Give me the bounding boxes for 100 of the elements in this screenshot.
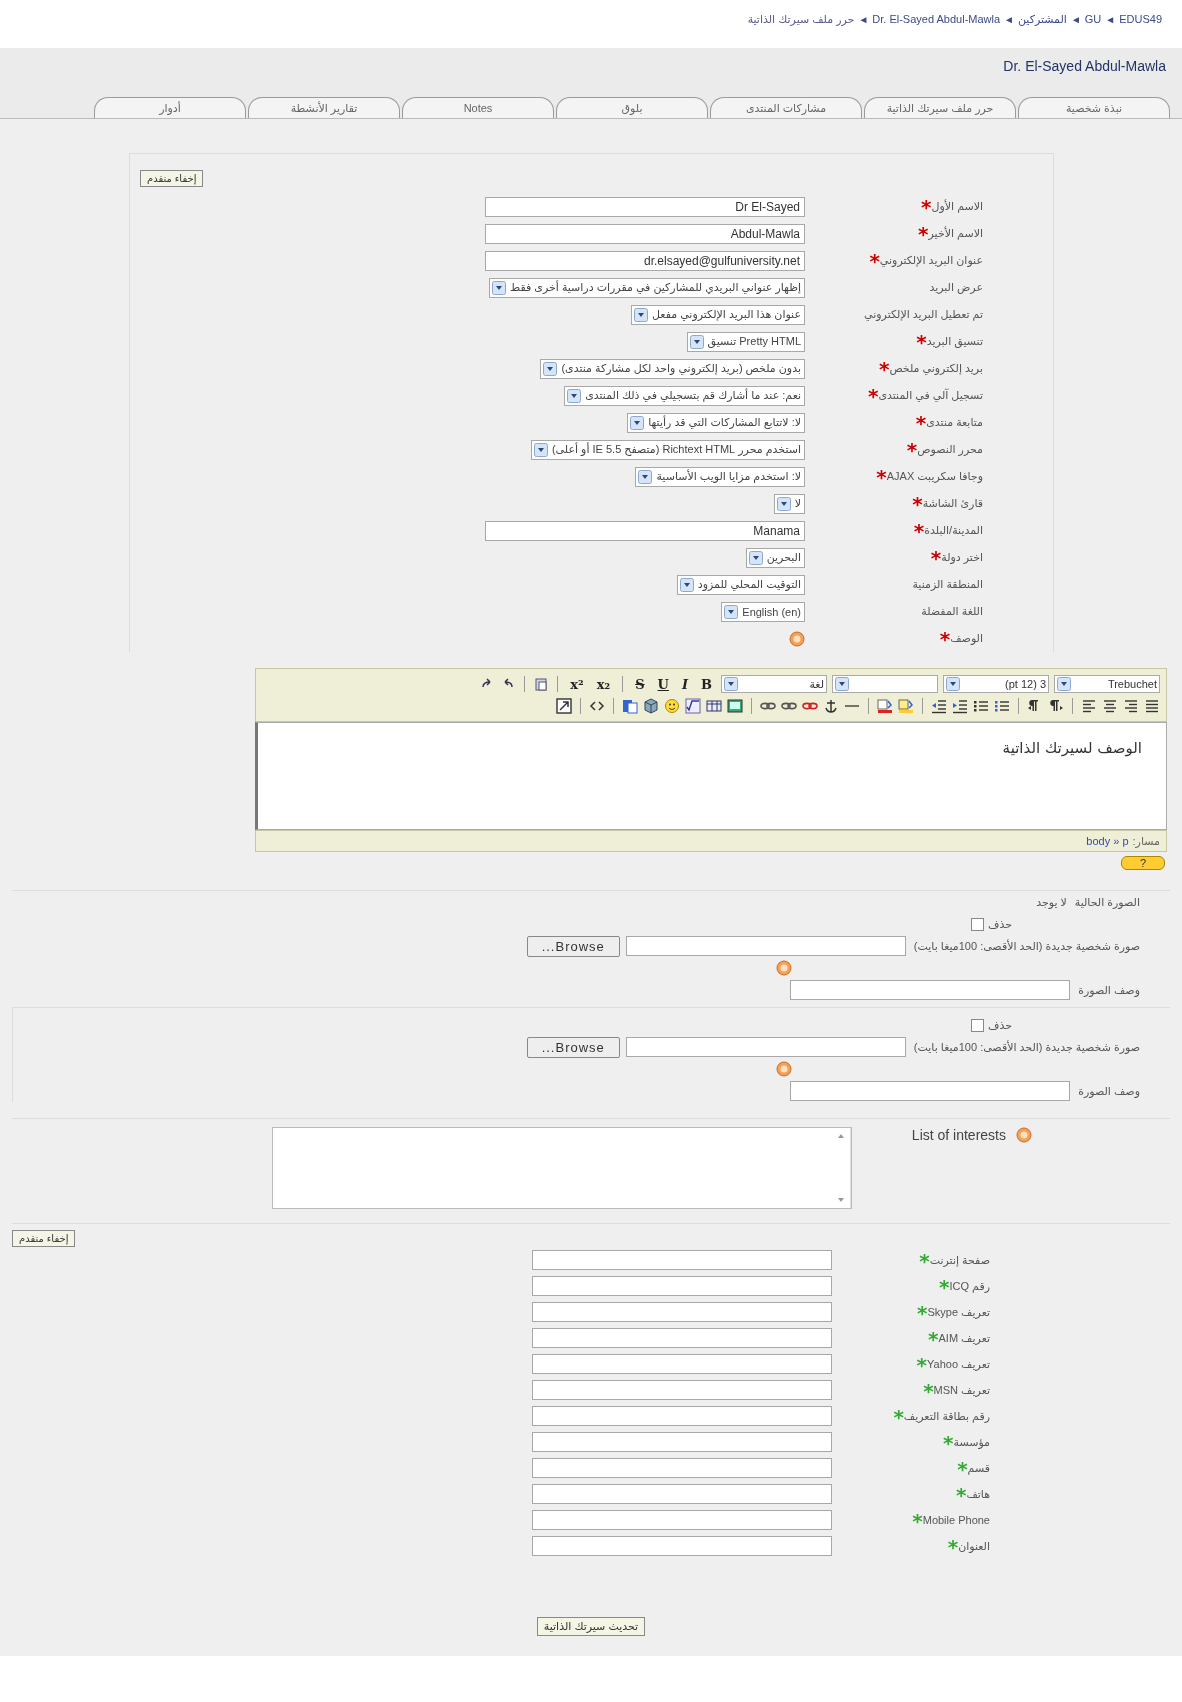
format-button[interactable]: I bbox=[677, 676, 692, 692]
toolbar-dropdown[interactable]: 3 (pt 12) bbox=[943, 675, 1049, 693]
image-icon[interactable] bbox=[727, 698, 743, 714]
paste-icon[interactable] bbox=[533, 676, 550, 692]
text-field[interactable] bbox=[532, 1484, 832, 1504]
scroll-down-arrow-icon[interactable] bbox=[835, 1196, 846, 1204]
text-field[interactable] bbox=[532, 1328, 832, 1348]
field-label: وصف الصورة bbox=[1078, 1084, 1140, 1097]
editor-help-button[interactable]: ? bbox=[1120, 856, 1165, 870]
rich-text-editor[interactable]: الوصف لسيرتك الذاتية bbox=[255, 722, 1167, 830]
text-field[interactable] bbox=[532, 1276, 832, 1296]
text-field[interactable]: Manama bbox=[485, 520, 805, 541]
tab[interactable]: تقارير الأنشطة bbox=[248, 97, 400, 118]
checkbox-label: حذف bbox=[988, 917, 1012, 931]
element-path: body » p bbox=[1086, 835, 1129, 847]
tab[interactable]: أدوار bbox=[94, 97, 246, 118]
anchor-icon[interactable] bbox=[823, 698, 839, 714]
text-field[interactable] bbox=[532, 1458, 832, 1478]
text-field[interactable] bbox=[532, 1432, 832, 1452]
tab[interactable]: Notes bbox=[402, 97, 554, 118]
checkbox[interactable] bbox=[971, 917, 984, 931]
rtl-direction-icon[interactable] bbox=[1048, 698, 1064, 714]
format-button[interactable]: U bbox=[653, 676, 673, 692]
checkbox-label: حذف bbox=[988, 1018, 1012, 1032]
browse-button[interactable]: Browse... bbox=[526, 935, 620, 957]
highlight-color-icon[interactable] bbox=[898, 698, 914, 714]
browse-button[interactable]: Browse... bbox=[526, 1036, 620, 1058]
breadcrumb-separator: ◄ bbox=[858, 13, 869, 25]
bullet-list-icon[interactable] bbox=[973, 698, 989, 714]
table-icon[interactable] bbox=[706, 698, 722, 714]
numbered-list-icon[interactable] bbox=[994, 698, 1010, 714]
breadcrumb-separator: ◄ bbox=[1004, 13, 1014, 25]
breadcrumb-link[interactable]: GU bbox=[1084, 13, 1102, 25]
file-path-field[interactable] bbox=[625, 1037, 906, 1057]
dropdown[interactable]: بدون ملخص (بريد إلكتروني واحد لكل مشاركة منتدى) bbox=[540, 358, 805, 379]
format-button[interactable]: S bbox=[631, 676, 649, 692]
dropdown[interactable]: إظهار عنواني البريدي للمشاركين في مقررات دراسية أخرى فقط bbox=[488, 277, 805, 298]
dropdown[interactable]: لا: لاتتابع المشاركات التي قد رأيتها bbox=[627, 412, 805, 433]
toolbar-dropdown[interactable]: Trebuchet bbox=[1054, 675, 1160, 693]
text-field[interactable]: Dr El-Sayed bbox=[485, 196, 805, 217]
text-field[interactable]: dr.elsayed@gulfuniversity.net bbox=[485, 250, 805, 271]
tab[interactable]: مشاركات المنتدى bbox=[710, 97, 862, 118]
breadcrumb-link[interactable]: المشتركين bbox=[1018, 12, 1067, 26]
dropdown[interactable]: نعم: عند ما أشارك قم بتسجيلي في ذلك المنتدى bbox=[564, 385, 805, 406]
fullscreen-icon[interactable] bbox=[556, 698, 572, 714]
align-right-icon[interactable] bbox=[1123, 698, 1139, 714]
breadcrumb-link[interactable]: EDUS49 bbox=[1119, 13, 1162, 25]
breadcrumb-current: حرر ملف سيرتك الذاتية bbox=[747, 12, 855, 26]
update-profile-button[interactable]: تحديث سيرتك الذاتية bbox=[536, 1617, 646, 1636]
editor-text: الوصف لسيرتك الذاتية bbox=[1001, 739, 1142, 757]
text-field[interactable] bbox=[532, 1250, 832, 1270]
text-color-icon[interactable] bbox=[877, 698, 893, 714]
text-field[interactable] bbox=[532, 1302, 832, 1322]
help-icon[interactable] bbox=[776, 1061, 792, 1077]
file-path-field[interactable] bbox=[625, 936, 906, 956]
text-field[interactable] bbox=[790, 980, 1071, 1000]
dropdown[interactable]: استخدم محرر Richtext HTML (متصفح IE 5.5 أو أعلى) bbox=[530, 439, 805, 460]
breadcrumb-link[interactable]: Dr. El-Sayed Abdul-Mawla bbox=[872, 13, 1001, 25]
format-button[interactable]: x₂ bbox=[592, 676, 615, 692]
toolbar-dropdown[interactable]: لغة bbox=[721, 675, 827, 693]
help-icon[interactable] bbox=[789, 630, 805, 647]
text-field[interactable] bbox=[532, 1380, 832, 1400]
smiley-icon[interactable] bbox=[664, 698, 680, 714]
toolbar-dropdown[interactable] bbox=[832, 675, 938, 693]
text-field[interactable] bbox=[532, 1536, 832, 1556]
align-center-icon[interactable] bbox=[1102, 698, 1118, 714]
dropdown[interactable]: Pretty HTML تنسيق bbox=[686, 331, 805, 352]
cube-icon[interactable] bbox=[643, 698, 659, 714]
dropdown[interactable]: عنوان هذا البريد الإلكتروني مفعل bbox=[631, 304, 805, 325]
dropdown[interactable]: لا bbox=[773, 493, 805, 514]
format-button[interactable]: B bbox=[697, 676, 716, 692]
text-field[interactable] bbox=[532, 1354, 832, 1374]
breadcrumb-separator: ◄ bbox=[1105, 13, 1116, 25]
paste-word-icon[interactable] bbox=[622, 698, 638, 714]
field-label: المنطقة الزمنية bbox=[912, 578, 983, 590]
align-justify-icon[interactable] bbox=[1144, 698, 1160, 714]
help-icon[interactable] bbox=[776, 960, 792, 976]
hide-advanced-button[interactable]: إخفاء متقدم bbox=[12, 1230, 76, 1247]
hide-advanced-button[interactable]: إخفاء متقدم bbox=[140, 170, 204, 187]
field-label: اللغة المفضلة bbox=[921, 605, 983, 617]
scroll-up-arrow-icon[interactable] bbox=[835, 1132, 846, 1140]
dropdown[interactable]: English (en) bbox=[721, 601, 805, 622]
tab[interactable]: حرر ملف سيرتك الذاتية bbox=[864, 97, 1016, 118]
format-button[interactable]: x² bbox=[566, 676, 588, 692]
dropdown[interactable]: لا: استخدم مزايا الويب الأساسية bbox=[635, 466, 805, 487]
path-label: مسار: bbox=[1132, 834, 1160, 848]
text-field[interactable] bbox=[532, 1510, 832, 1530]
outdent-icon[interactable] bbox=[931, 698, 947, 714]
dropdown[interactable]: التوقيت المحلي للمزود bbox=[676, 574, 805, 595]
dropdown[interactable]: البحرين bbox=[745, 547, 805, 568]
equation-icon[interactable] bbox=[685, 698, 701, 714]
indent-icon[interactable] bbox=[952, 698, 968, 714]
tab[interactable]: نبذة شخصية bbox=[1018, 97, 1170, 118]
tab[interactable]: بلوق bbox=[556, 97, 708, 118]
text-field[interactable] bbox=[532, 1406, 832, 1426]
help-icon[interactable] bbox=[1016, 1127, 1032, 1143]
align-left-icon[interactable] bbox=[1081, 698, 1097, 714]
checkbox[interactable] bbox=[971, 1018, 984, 1032]
text-field[interactable] bbox=[790, 1081, 1071, 1101]
text-field[interactable]: Abdul-Mawla bbox=[485, 223, 805, 244]
